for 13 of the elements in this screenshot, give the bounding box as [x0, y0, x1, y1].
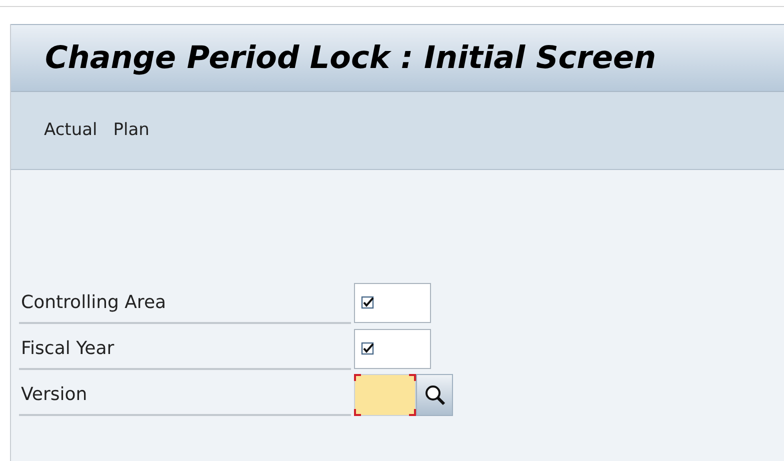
- checkbox[interactable]: [361, 342, 375, 356]
- checkbox-field[interactable]: [354, 329, 431, 369]
- field-label: Fiscal Year: [19, 328, 351, 370]
- toolbar-button[interactable]: Actual: [43, 118, 98, 144]
- search-button[interactable]: [416, 374, 453, 416]
- search-icon: [422, 383, 446, 407]
- field-label: Version: [19, 374, 351, 416]
- checkbox-field[interactable]: [354, 283, 431, 323]
- toolbar-button[interactable]: Plan: [112, 118, 150, 144]
- screen-title: Change Period Lock : Initial Screen: [45, 38, 656, 78]
- checkbox[interactable]: [361, 296, 375, 310]
- field-label: Controlling Area: [19, 282, 351, 324]
- input-field[interactable]: [354, 374, 416, 416]
